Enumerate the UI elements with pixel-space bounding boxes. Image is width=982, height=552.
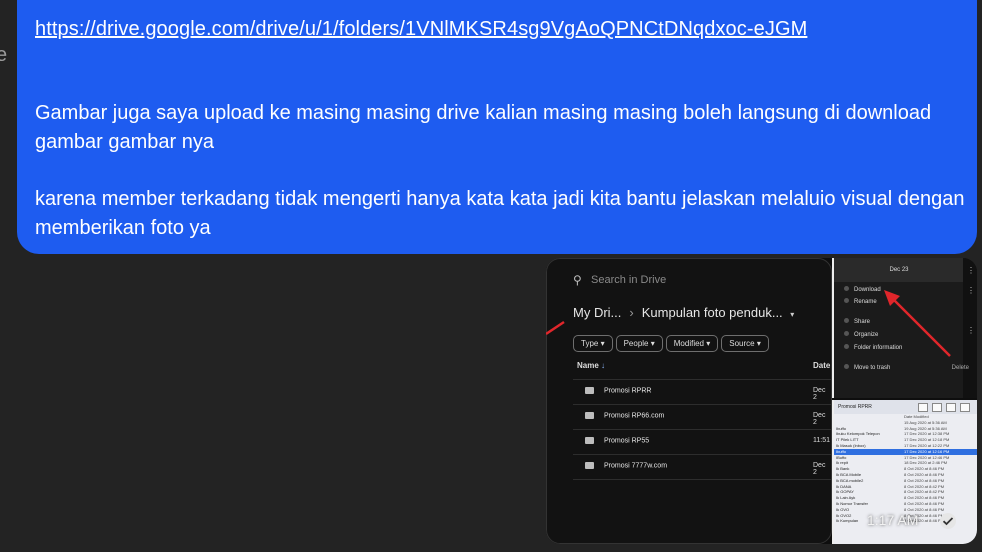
drive-folder-link[interactable]: https://drive.google.com/drive/u/1/folde… [35,18,959,41]
edge-glyph: e [0,44,8,66]
photo-attachment[interactable]: ⚲ Search in Drive My Dri... › Kumpulan fot… [546,258,977,544]
message-time: 1:17 AM [867,512,919,528]
message-paragraph-1: Gambar juga saya upload ke masing masing… [35,102,932,153]
red-arrow-left [546,320,565,336]
read-receipt-icon [940,513,956,529]
red-arrow-download [891,297,951,357]
message-bubble: https://drive.google.com/drive/u/1/folde… [17,0,977,254]
message-paragraph-2: karena member terkadang tidak mengerti h… [35,188,965,239]
annotation-arrows [546,290,951,357]
